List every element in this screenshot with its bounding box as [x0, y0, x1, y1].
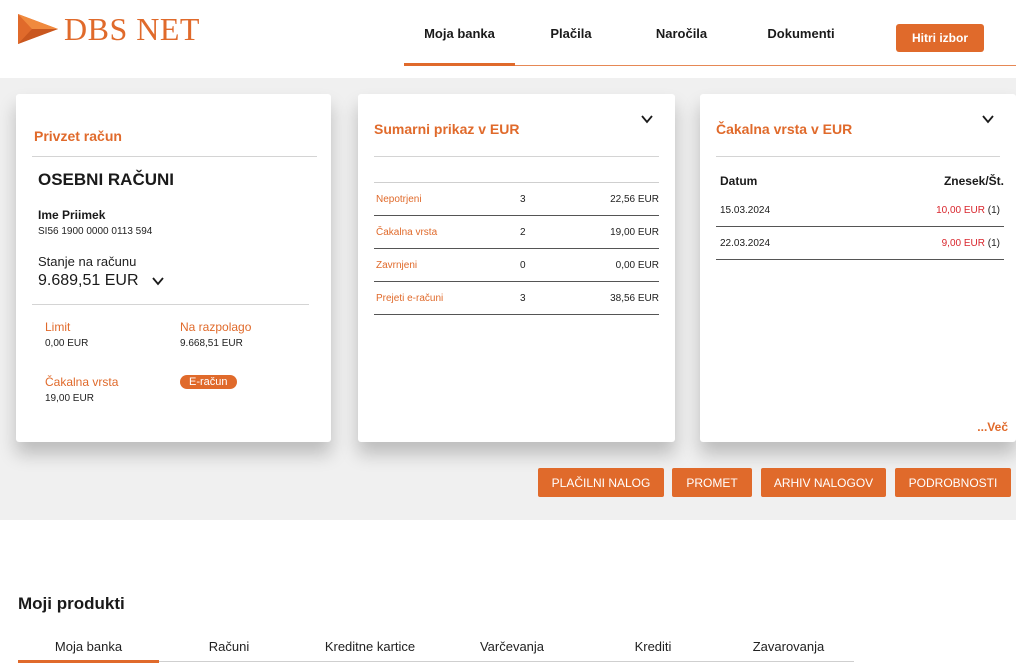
row-count: (1) [987, 204, 1000, 216]
top-navigation: Moja banka Plačila Naročila Dokumenti [404, 0, 866, 66]
nav-divider [515, 65, 1016, 66]
balance-value: 9.689,51 EUR [38, 272, 139, 289]
balance-label: Stanje na računu [38, 254, 137, 269]
summary-card: Sumarni prikaz v EUR Nepotrjeni 3 22,56 … [358, 94, 675, 442]
row-count: 0 [520, 259, 526, 271]
tab-label: Krediti [634, 638, 672, 654]
row-amount: 19,00 EUR [610, 226, 659, 238]
default-account-card: Privzet račun OSEBNI RAČUNI Ime Priimek … [16, 94, 331, 442]
tab-label: Računi [208, 638, 250, 654]
tab-label: Varčevanja [479, 638, 545, 654]
logo[interactable]: DBS NET [18, 11, 200, 47]
row-amount[interactable]: 10,00 EUR [936, 205, 985, 216]
divider [374, 156, 659, 157]
more-link[interactable]: ...Več [977, 420, 1008, 434]
row-date: 15.03.2024 [720, 204, 771, 216]
account-group-heading: OSEBNI RAČUNI [38, 170, 175, 189]
available-value: 9.668,51 EUR [180, 338, 243, 349]
tab-racuni[interactable]: Računi [159, 630, 299, 662]
table-row[interactable]: 22.03.2024 9,00 EUR (1) [716, 227, 1004, 260]
page: DBS NET Moja banka Plačila Naročila Doku… [0, 0, 1016, 666]
tab-zavarovanja[interactable]: Zavarovanja [723, 630, 854, 662]
nav-item-placila[interactable]: Plačila [515, 0, 627, 66]
card-title: Čakalna vrsta v EUR [716, 121, 853, 137]
table-row[interactable]: Čakalna vrsta 2 19,00 EUR [374, 216, 659, 249]
tab-krediti[interactable]: Krediti [583, 630, 723, 662]
nav-item-dokumenti[interactable]: Dokumenti [736, 0, 866, 66]
row-label[interactable]: Nepotrjeni [374, 194, 520, 205]
chevron-down-icon[interactable] [151, 274, 165, 288]
account-holder-name: Ime Priimek [38, 208, 106, 222]
chevron-down-icon[interactable] [981, 112, 995, 126]
nav-item-label: Plačila [550, 25, 592, 41]
row-amount-cell: 9,00 EUR (1) [942, 238, 1000, 249]
table-row[interactable]: 15.03.2024 10,00 EUR (1) [716, 194, 1004, 227]
row-label[interactable]: Prejeti e-računi [374, 293, 520, 304]
table-row[interactable]: Prejeti e-računi 3 38,56 EUR [374, 282, 659, 315]
row-count: 3 [520, 193, 526, 205]
chevron-down-icon[interactable] [640, 112, 654, 126]
card-title: Sumarni prikaz v EUR [374, 121, 520, 137]
products-heading: Moji produkti [18, 594, 125, 613]
tab-label: Zavarovanja [752, 638, 825, 654]
row-count: 3 [520, 292, 526, 304]
row-amount: 22,56 EUR [610, 193, 659, 205]
row-date: 22.03.2024 [720, 237, 771, 249]
limit-value: 0,00 EUR [45, 338, 89, 349]
tab-kreditne-kartice[interactable]: Kreditne kartice [299, 630, 441, 662]
nav-item-label: Dokumenti [767, 25, 835, 41]
tab-label: Moja banka [54, 638, 123, 654]
tab-varcevanja[interactable]: Varčevanja [441, 630, 583, 662]
tab-moja-banka[interactable]: Moja banka [18, 630, 159, 663]
e-invoice-badge[interactable]: E-račun [180, 375, 237, 389]
account-iban: SI56 1900 0000 0113 594 [38, 226, 153, 237]
column-header-date: Datum [720, 174, 758, 188]
divider [32, 156, 317, 157]
balance-row: 9.689,51 EUR [38, 272, 165, 290]
row-amount-cell: 10,00 EUR (1) [936, 205, 1000, 216]
order-archive-button[interactable]: ARHIV NALOGOV [761, 468, 886, 497]
row-amount: 38,56 EUR [610, 292, 659, 304]
logo-text: DBS NET [64, 11, 200, 47]
header: DBS NET Moja banka Plačila Naročila Doku… [0, 0, 1016, 78]
details-button[interactable]: PODROBNOSTI [895, 468, 1011, 497]
row-label[interactable]: Čakalna vrsta [374, 227, 520, 238]
row-amount: 0,00 EUR [615, 259, 659, 271]
nav-item-label: Moja banka [424, 25, 495, 41]
quick-select-button[interactable]: Hitri izbor [896, 24, 984, 52]
row-count: (1) [987, 237, 1000, 249]
nav-item-label: Naročila [655, 25, 708, 41]
divider [32, 304, 309, 305]
row-count: 2 [520, 226, 526, 238]
nav-item-narocila[interactable]: Naročila [627, 0, 736, 66]
nav-item-moja-banka[interactable]: Moja banka [404, 0, 515, 66]
card-title: Privzet račun [34, 128, 122, 144]
row-amount[interactable]: 9,00 EUR [942, 238, 985, 249]
queue-label: Čakalna vrsta [45, 375, 119, 389]
queue-table: 15.03.2024 10,00 EUR (1) 22.03.2024 9,00… [716, 194, 1004, 260]
table-row[interactable]: Nepotrjeni 3 22,56 EUR [374, 183, 659, 216]
logo-mark-icon [18, 14, 58, 44]
queue-value: 19,00 EUR [45, 393, 94, 404]
limit-label: Limit [45, 320, 71, 334]
divider [716, 156, 1000, 157]
table-row[interactable]: Zavrnjeni 0 0,00 EUR [374, 249, 659, 282]
queue-card: Čakalna vrsta v EUR Datum Znesek/Št. 15.… [700, 94, 1016, 442]
tab-label: Kreditne kartice [324, 638, 416, 654]
available-label: Na razpolago [180, 320, 252, 334]
transactions-button[interactable]: PROMET [672, 468, 752, 497]
payment-order-button[interactable]: PLAČILNI NALOG [538, 468, 664, 497]
products-tabs: Moja banka Računi Kreditne kartice Varče… [18, 630, 854, 663]
summary-table: Nepotrjeni 3 22,56 EUR Čakalna vrsta 2 1… [374, 182, 659, 315]
column-header-amount: Znesek/Št. [943, 174, 1004, 188]
queue-table-header: Datum Znesek/Št. [720, 174, 1004, 188]
row-label[interactable]: Zavrnjeni [374, 260, 520, 271]
